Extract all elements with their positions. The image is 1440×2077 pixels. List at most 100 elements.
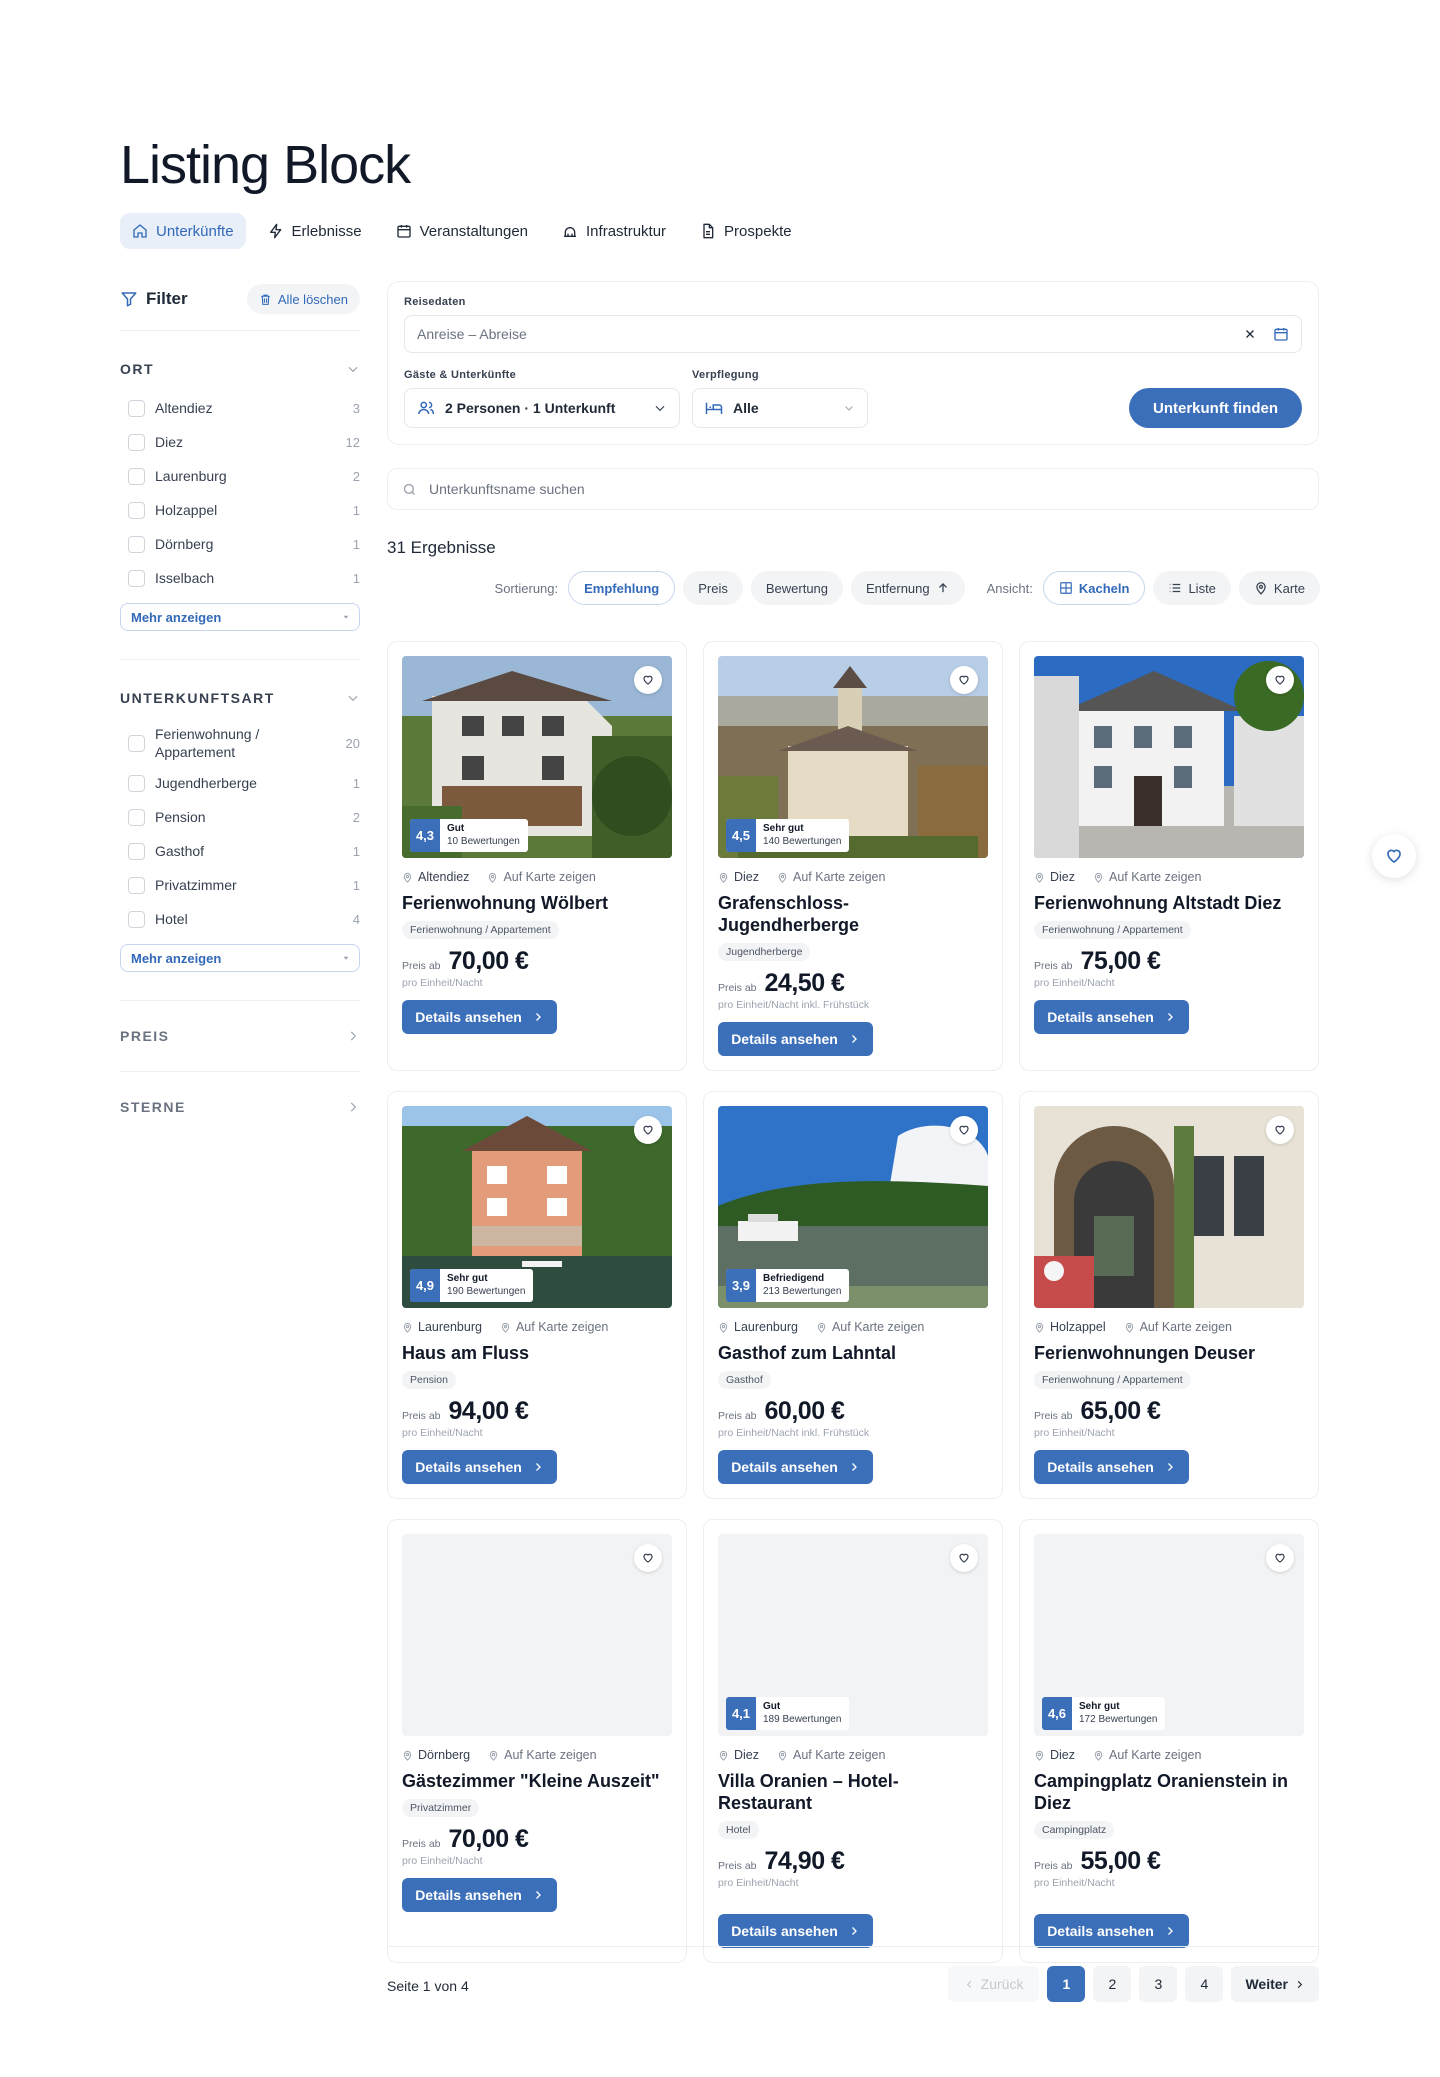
sort-preis[interactable]: Preis: [683, 571, 743, 605]
listing-card[interactable]: Dörnberg Auf Karte zeigen Gästezimmer "K…: [387, 1519, 687, 1963]
clear-filters-button[interactable]: Alle löschen: [246, 284, 360, 314]
find-accommodation-button[interactable]: Unterkunft finden: [1129, 388, 1302, 428]
favorite-button[interactable]: [634, 1116, 662, 1144]
favorite-button[interactable]: [634, 666, 662, 694]
filter-item-holzappel[interactable]: Holzappel 1: [120, 493, 360, 527]
board-select[interactable]: Alle: [692, 388, 868, 428]
guests-select[interactable]: 2 Personen · 1 Unterkunft: [404, 388, 680, 428]
filter-item-ferienwohnung[interactable]: Ferienwohnung / Appartement 20: [120, 720, 360, 766]
checkbox[interactable]: [128, 433, 145, 451]
details-button[interactable]: Details ansehen: [718, 1450, 873, 1484]
show-on-map-link[interactable]: Auf Karte zeigen: [504, 1748, 596, 1762]
tab-veranstaltungen[interactable]: Veranstaltungen: [384, 213, 540, 249]
listing-title[interactable]: Haus am Fluss: [402, 1342, 672, 1364]
details-button[interactable]: Details ansehen: [402, 1878, 557, 1912]
checkbox[interactable]: [128, 910, 145, 928]
tab-prospekte[interactable]: Prospekte: [688, 213, 804, 249]
favorite-button[interactable]: [1266, 666, 1294, 694]
listing-image[interactable]: 4,3 Gut 10 Bewertungen: [402, 656, 672, 858]
filter-section-sterne[interactable]: STERNE: [120, 1072, 360, 1142]
favorite-button[interactable]: [950, 666, 978, 694]
checkbox[interactable]: [128, 842, 145, 860]
filter-item-altendiez[interactable]: Altendiez 3: [120, 391, 360, 425]
details-button[interactable]: Details ansehen: [1034, 1000, 1189, 1034]
favorite-button[interactable]: [1266, 1544, 1294, 1572]
show-on-map-link[interactable]: Auf Karte zeigen: [1109, 1748, 1201, 1762]
listing-image[interactable]: 4,1 Gut 189 Bewertungen: [718, 1534, 988, 1736]
listing-title[interactable]: Gasthof zum Lahntal: [718, 1342, 988, 1364]
show-more-button[interactable]: Mehr anzeigen: [120, 603, 360, 631]
next-page-button[interactable]: Weiter: [1231, 1966, 1319, 2002]
sort-empfehlung[interactable]: Empfehlung: [568, 571, 676, 605]
page-2-button[interactable]: 2: [1093, 1966, 1132, 2002]
details-button[interactable]: Details ansehen: [402, 1000, 557, 1034]
listing-image[interactable]: 4,9 Sehr gut 190 Bewertungen: [402, 1106, 672, 1308]
details-button[interactable]: Details ansehen: [718, 1022, 873, 1056]
listing-card[interactable]: 3,9 Befriedigend 213 Bewertungen Laurenbur…: [703, 1091, 1003, 1499]
checkbox[interactable]: [128, 467, 145, 485]
sort-entfernung[interactable]: Entfernung: [851, 571, 965, 605]
filter-section-header[interactable]: UNTERKUNFTSART: [120, 690, 360, 706]
calendar-icon[interactable]: [1273, 326, 1289, 342]
page-4-button[interactable]: 4: [1185, 1966, 1224, 2002]
listing-image[interactable]: 4,6 Sehr gut 172 Bewertungen: [1034, 1534, 1304, 1736]
listing-title[interactable]: Villa Oranien – Hotel-Restaurant: [718, 1770, 988, 1814]
checkbox[interactable]: [128, 876, 145, 894]
filter-item-doernberg[interactable]: Dörnberg 1: [120, 527, 360, 561]
page-1-button[interactable]: 1: [1047, 1966, 1086, 2002]
favorite-button[interactable]: [1266, 1116, 1294, 1144]
view-kacheln[interactable]: Kacheln: [1042, 571, 1146, 605]
listing-card[interactable]: 4,9 Sehr gut 190 Bewertungen Laurenburg Au…: [387, 1091, 687, 1499]
listing-image[interactable]: 3,9 Befriedigend 213 Bewertungen: [718, 1106, 988, 1308]
show-on-map-link[interactable]: Auf Karte zeigen: [516, 1320, 608, 1334]
listing-title[interactable]: Campingplatz Oranienstein in Diez: [1034, 1770, 1304, 1814]
filter-item-jugendherberge[interactable]: Jugendherberge 1: [120, 766, 360, 800]
view-karte[interactable]: Karte: [1238, 571, 1320, 605]
checkbox[interactable]: [128, 399, 145, 417]
filter-item-isselbach[interactable]: Isselbach 1: [120, 561, 360, 595]
filter-item-hotel[interactable]: Hotel 4: [120, 902, 360, 936]
listing-image[interactable]: [402, 1534, 672, 1736]
date-range-field[interactable]: Anreise – Abreise: [404, 315, 1302, 353]
view-liste[interactable]: Liste: [1153, 571, 1231, 605]
filter-item-privatzimmer[interactable]: Privatzimmer 1: [120, 868, 360, 902]
show-on-map-link[interactable]: Auf Karte zeigen: [503, 870, 595, 884]
checkbox[interactable]: [128, 501, 145, 519]
tab-unterkuenfte[interactable]: Unterkünfte: [120, 213, 246, 249]
listing-title[interactable]: Gästezimmer "Kleine Auszeit": [402, 1770, 672, 1792]
listing-card[interactable]: Diez Auf Karte zeigen Ferienwohnung Alts…: [1019, 641, 1319, 1071]
checkbox[interactable]: [128, 774, 145, 792]
listing-image[interactable]: [1034, 1106, 1304, 1308]
accommodation-name-search[interactable]: Unterkunftsname suchen: [387, 468, 1319, 510]
page-3-button[interactable]: 3: [1139, 1966, 1178, 2002]
filter-item-gasthof[interactable]: Gasthof 1: [120, 834, 360, 868]
filter-item-pension[interactable]: Pension 2: [120, 800, 360, 834]
checkbox[interactable]: [128, 808, 145, 826]
listing-title[interactable]: Ferienwohnung Altstadt Diez: [1034, 892, 1304, 914]
checkbox[interactable]: [128, 535, 145, 553]
details-button[interactable]: Details ansehen: [402, 1450, 557, 1484]
listing-title[interactable]: Grafenschloss-Jugendherberge: [718, 892, 988, 936]
clear-icon[interactable]: [1243, 327, 1257, 341]
checkbox[interactable]: [128, 569, 145, 587]
previous-page-button[interactable]: Zurück: [947, 1966, 1040, 2002]
filter-item-diez[interactable]: Diez 12: [120, 425, 360, 459]
listing-card[interactable]: 4,5 Sehr gut 140 Bewertungen Diez Auf Kart…: [703, 641, 1003, 1071]
tab-infrastruktur[interactable]: Infrastruktur: [550, 213, 678, 249]
checkbox[interactable]: [128, 734, 145, 752]
filter-section-preis[interactable]: PREIS: [120, 1001, 360, 1071]
listing-title[interactable]: Ferienwohnung Wölbert: [402, 892, 672, 914]
listing-title[interactable]: Ferienwohnungen Deuser: [1034, 1342, 1304, 1364]
details-button[interactable]: Details ansehen: [718, 1914, 873, 1948]
show-more-button[interactable]: Mehr anzeigen: [120, 944, 360, 972]
filter-item-laurenburg[interactable]: Laurenburg 2: [120, 459, 360, 493]
listing-card[interactable]: 4,6 Sehr gut 172 Bewertungen Diez Auf Kart…: [1019, 1519, 1319, 1963]
details-button[interactable]: Details ansehen: [1034, 1914, 1189, 1948]
show-on-map-link[interactable]: Auf Karte zeigen: [1109, 870, 1201, 884]
tab-erlebnisse[interactable]: Erlebnisse: [256, 213, 374, 249]
favorite-button[interactable]: [950, 1116, 978, 1144]
listing-image[interactable]: [1034, 656, 1304, 858]
sort-bewertung[interactable]: Bewertung: [750, 571, 844, 605]
listing-card[interactable]: 4,3 Gut 10 Bewertungen Altendiez Auf Karte…: [387, 641, 687, 1071]
listing-card[interactable]: Holzappel Auf Karte zeigen Ferienwohnung…: [1019, 1091, 1319, 1499]
